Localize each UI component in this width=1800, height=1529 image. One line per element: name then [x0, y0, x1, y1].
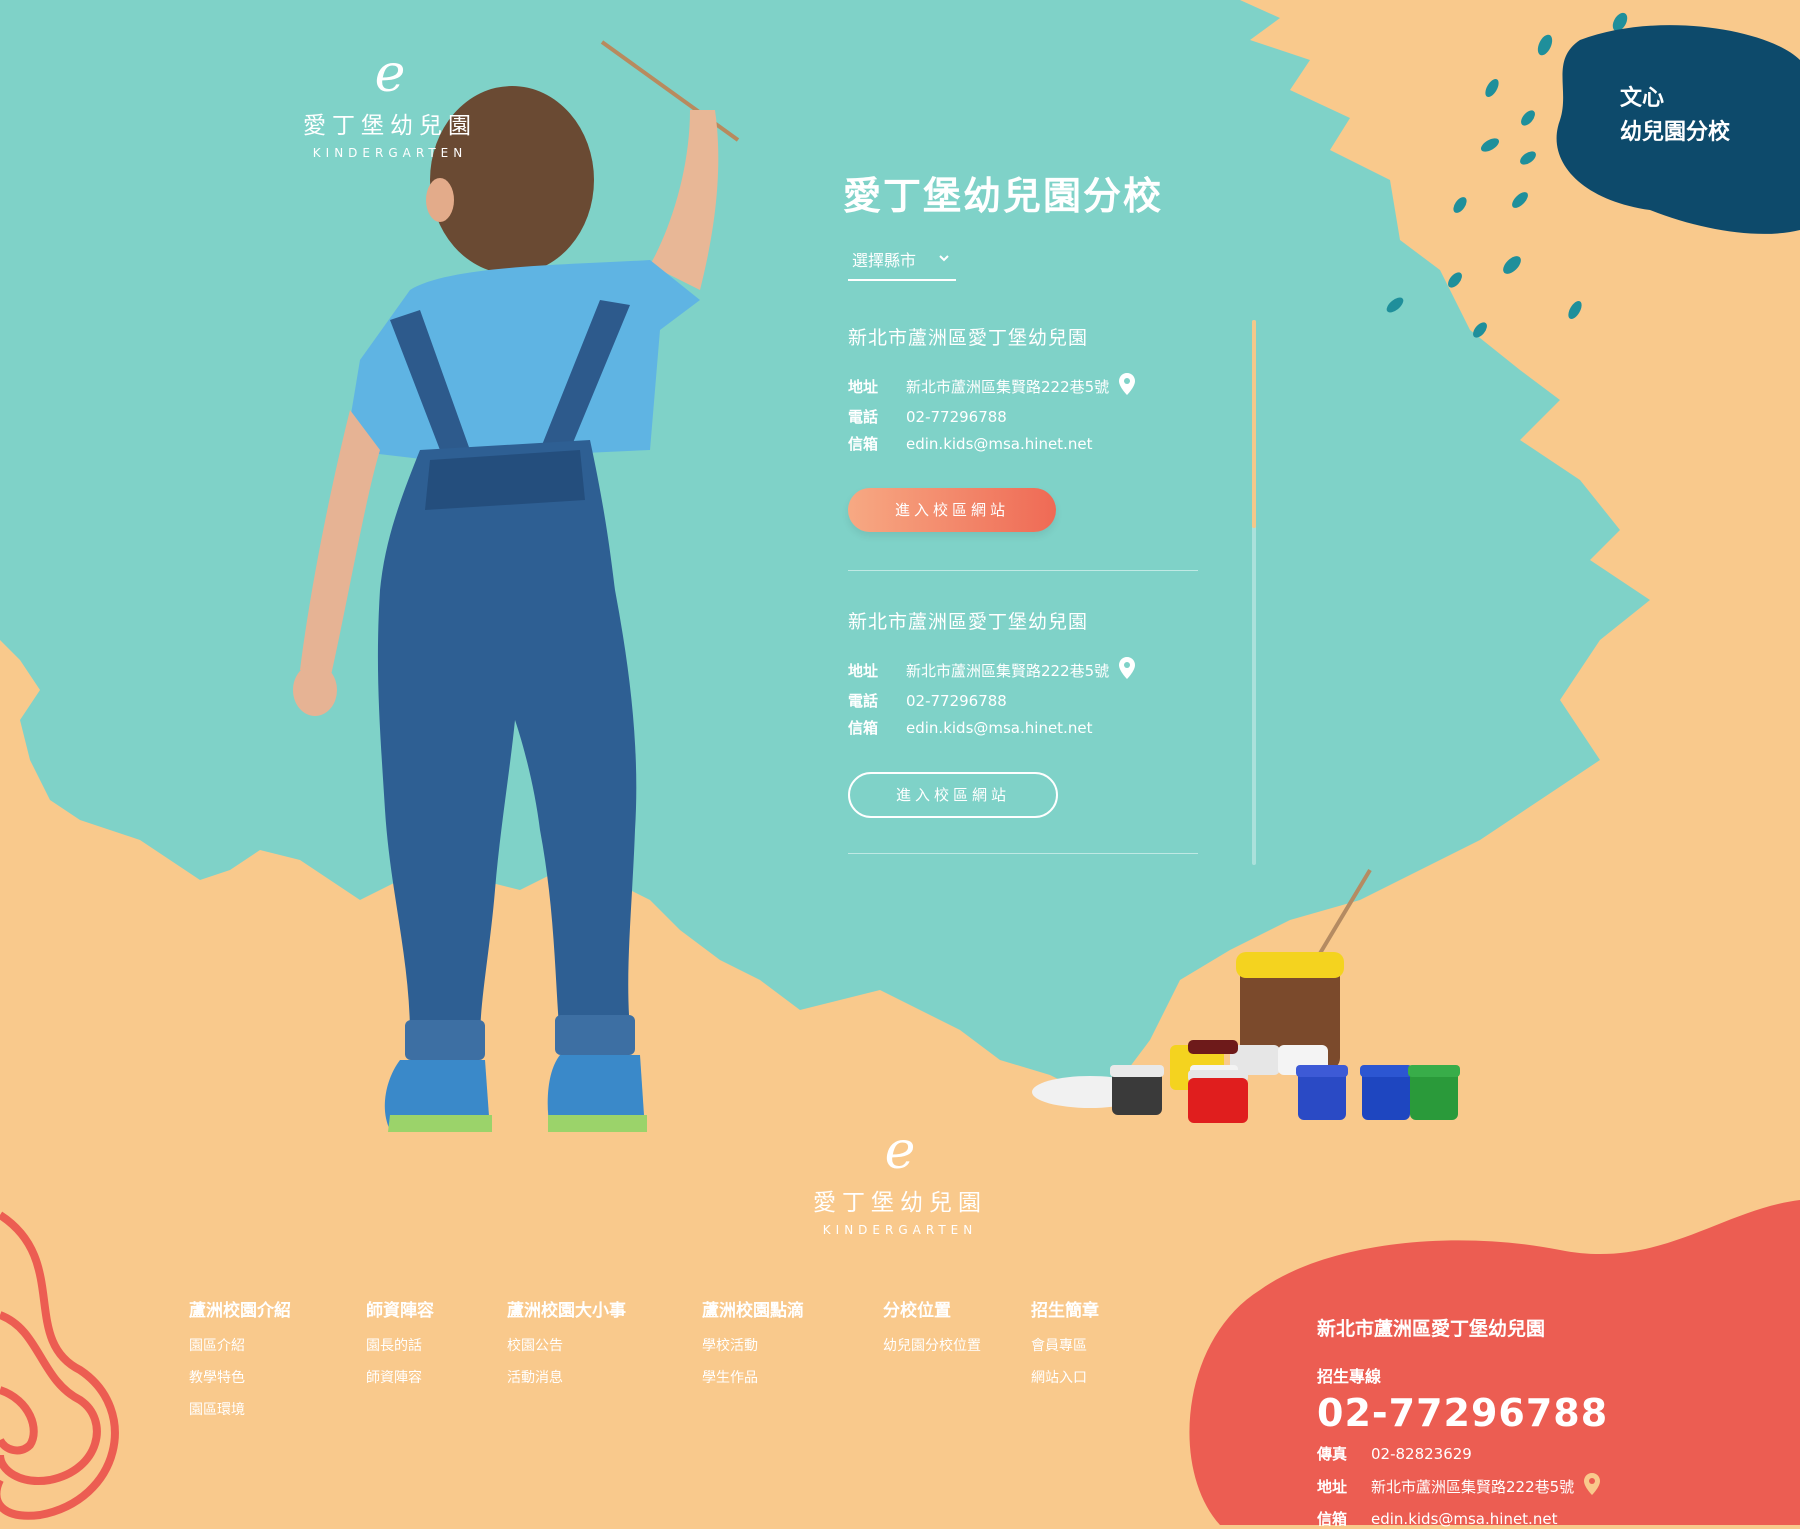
enter-campus-button[interactable]: 進入校區網站 — [848, 772, 1058, 818]
contact-email-row: 信箱 edin.kids@msa.hinet.net — [1317, 1508, 1608, 1529]
logo-name: 愛丁堡幼兒園 — [303, 113, 477, 139]
branch-email-row: 信箱 edin.kids@msa.hinet.net — [848, 717, 1198, 738]
footer-nav-link[interactable]: 師資陣容 — [366, 1367, 434, 1387]
footer-nav-column: 蘆洲校園大小事 校園公告 活動消息 — [507, 1296, 626, 1399]
chevron-down-icon — [938, 249, 950, 268]
contact-address-row: 地址 新北市蘆洲區集賢路222巷5號 — [1317, 1472, 1608, 1500]
email-label: 信箱 — [848, 719, 879, 737]
fax-row: 傳真 02-82823629 — [1317, 1443, 1608, 1464]
fax-label: 傳真 — [1317, 1445, 1348, 1463]
footer-nav-heading[interactable]: 師資陣容 — [366, 1296, 434, 1321]
footer-nav-link[interactable]: 教學特色 — [189, 1367, 291, 1387]
scrollbar-thumb[interactable] — [1252, 320, 1256, 528]
contact-address-label: 地址 — [1317, 1477, 1348, 1496]
footer-nav-heading[interactable]: 蘆洲校園介紹 — [189, 1296, 291, 1321]
footer-nav-column: 蘆洲校園介紹 園區介紹 教學特色 園區環境 — [189, 1296, 291, 1431]
map-pin-icon[interactable] — [1117, 372, 1137, 400]
contact-email-label: 信箱 — [1317, 1510, 1348, 1528]
logo-name: 愛丁堡幼兒園 — [813, 1190, 987, 1216]
child-painting-image — [293, 40, 740, 1132]
footer-nav-heading[interactable]: 分校位置 — [883, 1296, 981, 1321]
branch-divider — [848, 853, 1198, 854]
footer-nav-link[interactable]: 會員專區 — [1031, 1335, 1099, 1355]
footer-nav-link[interactable]: 園區介紹 — [189, 1335, 291, 1355]
footer-nav-column: 師資陣容 園長的話 師資陣容 — [366, 1296, 434, 1399]
branch-email: edin.kids@msa.hinet.net — [906, 434, 1093, 453]
contact-school-name: 新北市蘆洲區愛丁堡幼兒園 — [1317, 1318, 1546, 1340]
logo-mark: e — [884, 1121, 916, 1181]
footer-nav-link[interactable]: 網站入口 — [1031, 1367, 1099, 1387]
branch-phone: 02-77296788 — [906, 407, 1007, 426]
footer-nav-column: 蘆洲校園點滴 學校活動 學生作品 — [702, 1296, 804, 1399]
branch-phone-row: 電話 02-77296788 — [848, 406, 1198, 427]
phone-label: 電話 — [848, 692, 879, 710]
logo-mark: e — [374, 44, 406, 104]
footer-nav-link[interactable]: 校園公告 — [507, 1335, 626, 1355]
footer-nav-link[interactable]: 園區環境 — [189, 1399, 291, 1419]
branch-phone: 02-77296788 — [906, 691, 1007, 710]
footer-nav-link[interactable]: 學生作品 — [702, 1367, 804, 1387]
footer-nav-column: 招生簡章 會員專區 網站入口 — [1031, 1296, 1099, 1399]
badge-line1: 文心 — [1620, 86, 1665, 111]
fax-number: 02-82823629 — [1371, 1444, 1472, 1463]
logo-subtitle: KINDERGARTEN — [312, 146, 468, 160]
badge-line2: 幼兒園分校 — [1620, 120, 1731, 145]
city-select[interactable]: 選擇縣市 — [848, 247, 956, 281]
footer-logo[interactable]: e 愛丁堡幼兒園 KINDERGARTEN — [810, 1125, 990, 1237]
phone-label: 電話 — [848, 408, 879, 426]
footer-nav-link[interactable]: 園長的話 — [366, 1335, 434, 1355]
enter-campus-button[interactable]: 進入校區網站 — [848, 488, 1056, 532]
panel-title: 愛丁堡幼兒園分校 — [843, 174, 1164, 218]
hotline-number[interactable]: 02-77296788 — [1317, 1391, 1608, 1435]
top-logo[interactable]: e 愛丁堡幼兒園 KINDERGARTEN — [300, 48, 480, 160]
email-label: 信箱 — [848, 435, 879, 453]
footer-nav-link[interactable]: 幼兒園分校位置 — [883, 1335, 981, 1355]
branch-name: 新北市蘆洲區愛丁堡幼兒園 — [848, 327, 1089, 349]
footer-nav-link[interactable]: 學校活動 — [702, 1335, 804, 1355]
footer-contact: 新北市蘆洲區愛丁堡幼兒園 招生專線 02-77296788 傳真 02-8282… — [1317, 1314, 1608, 1529]
contact-address: 新北市蘆洲區集賢路222巷5號 — [1371, 1477, 1575, 1496]
footer-nav-heading[interactable]: 蘆洲校園大小事 — [507, 1296, 626, 1321]
map-pin-icon[interactable] — [1117, 656, 1137, 684]
address-label: 地址 — [848, 661, 879, 680]
address-label: 地址 — [848, 377, 879, 396]
branch-address-row: 地址 新北市蘆洲區集賢路222巷5號 — [848, 372, 1198, 400]
city-select-label: 選擇縣市 — [852, 251, 917, 270]
branch-card: 新北市蘆洲區愛丁堡幼兒園 地址 新北市蘆洲區集賢路222巷5號 電話 02-77… — [848, 323, 1198, 532]
hotline-label: 招生專線 — [1317, 1367, 1382, 1386]
branch-email: edin.kids@msa.hinet.net — [906, 718, 1093, 737]
branch-badge: 文心 幼兒園分校 — [1620, 82, 1730, 150]
branch-card: 新北市蘆洲區愛丁堡幼兒園 地址 新北市蘆洲區集賢路222巷5號 電話 02-77… — [848, 607, 1198, 818]
footer-nav-column: 分校位置 幼兒園分校位置 — [883, 1296, 981, 1367]
map-pin-icon[interactable] — [1582, 1472, 1602, 1500]
paint-jars-image — [1032, 868, 1460, 1123]
branch-address: 新北市蘆洲區集賢路222巷5號 — [906, 377, 1110, 396]
footer-nav-heading[interactable]: 蘆洲校園點滴 — [702, 1296, 804, 1321]
branch-email-row: 信箱 edin.kids@msa.hinet.net — [848, 433, 1198, 454]
branch-address: 新北市蘆洲區集賢路222巷5號 — [906, 661, 1110, 680]
footer-nav-heading[interactable]: 招生簡章 — [1031, 1296, 1099, 1321]
branch-name: 新北市蘆洲區愛丁堡幼兒園 — [848, 611, 1089, 633]
logo-subtitle: KINDERGARTEN — [822, 1223, 978, 1237]
branch-address-row: 地址 新北市蘆洲區集賢路222巷5號 — [848, 656, 1198, 684]
footer-nav-link[interactable]: 活動消息 — [507, 1367, 626, 1387]
branch-divider — [848, 570, 1198, 571]
branch-phone-row: 電話 02-77296788 — [848, 690, 1198, 711]
